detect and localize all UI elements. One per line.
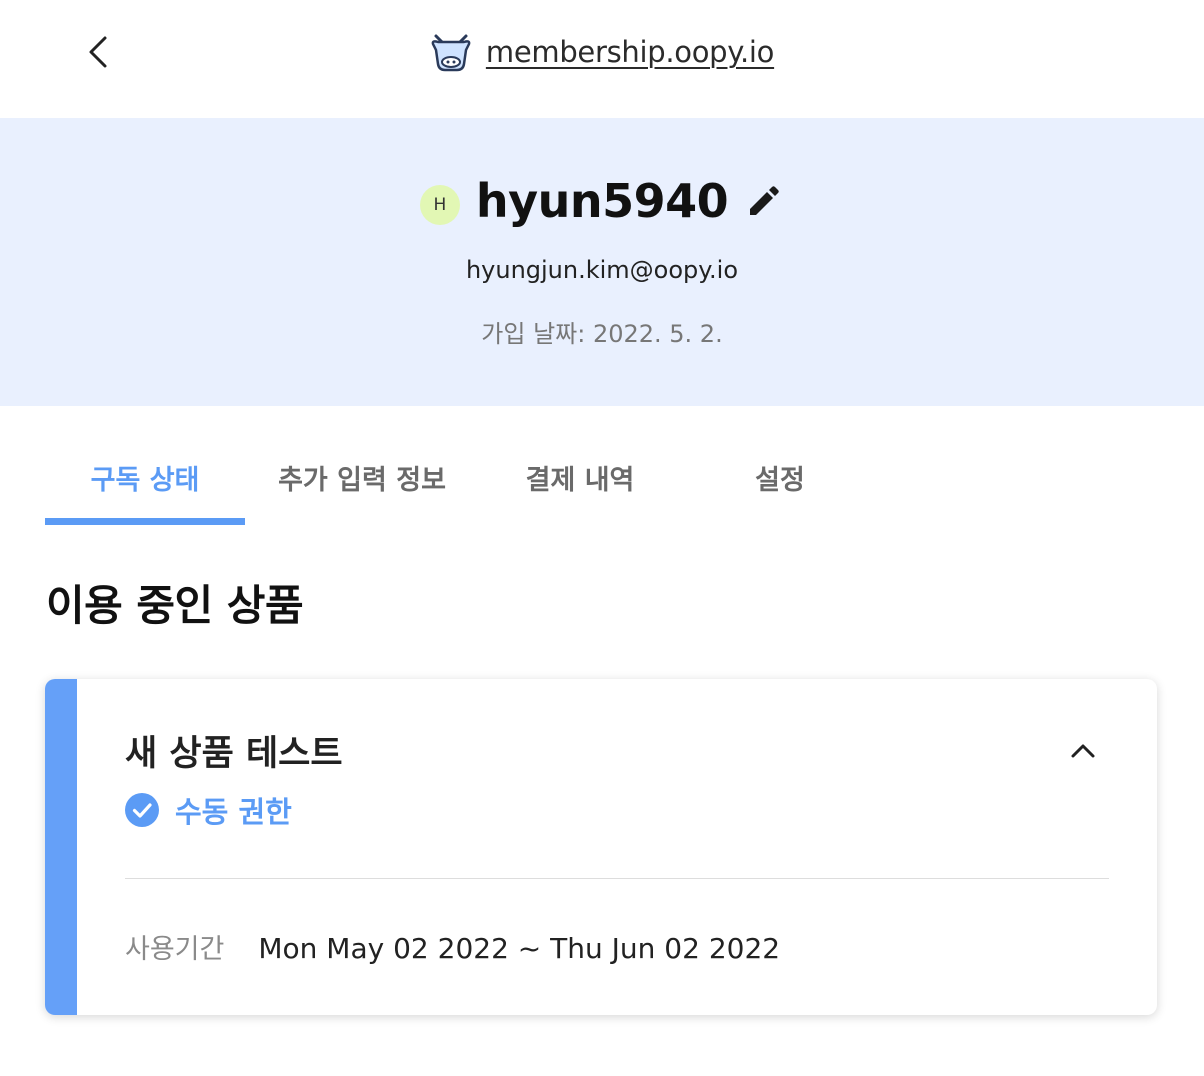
join-date: 가입 날짜: 2022. 5. 2.	[481, 320, 723, 348]
product-card[interactable]: 새 상품 테스트 수동 권한 사용기간 Mon May 02 2022 ~ Th…	[45, 679, 1157, 1015]
pencil-icon[interactable]	[744, 181, 784, 221]
active-tab-indicator	[45, 518, 245, 525]
permission-row: 수동 권한	[125, 789, 292, 831]
profile-name-row: H hyun5940	[419, 174, 784, 228]
site-header: membership.oopy.io	[0, 28, 1204, 76]
permission-label: 수동 권한	[175, 795, 292, 829]
tab-subscription-status[interactable]: 구독 상태	[45, 458, 245, 508]
tab-additional-info[interactable]: 추가 입력 정보	[262, 458, 462, 508]
period-value: Mon May 02 2022 ~ Thu Jun 02 2022	[258, 932, 781, 965]
cow-logo-icon	[431, 34, 471, 72]
site-link[interactable]: membership.oopy.io	[486, 35, 775, 69]
product-name: 새 상품 테스트	[125, 734, 343, 774]
username: hyun5940	[475, 174, 729, 228]
chevron-up-icon[interactable]	[1067, 735, 1099, 767]
tab-settings[interactable]: 설정	[680, 458, 880, 508]
profile-section: H hyun5940 hyungjun.kim@oopy.io 가입 날짜: 2…	[0, 118, 1204, 406]
card-divider	[125, 878, 1109, 879]
top-bar: membership.oopy.io	[0, 0, 1204, 118]
tab-bar: 구독 상태 추가 입력 정보 결제 내역 설정	[0, 406, 1204, 526]
avatar: H	[419, 185, 460, 225]
check-circle-icon	[125, 793, 159, 827]
period-row: 사용기간 Mon May 02 2022 ~ Thu Jun 02 2022	[125, 927, 780, 966]
section-title: 이용 중인 상품	[46, 581, 304, 630]
card-accent-bar	[45, 679, 77, 1015]
profile-email: hyungjun.kim@oopy.io	[465, 256, 739, 284]
period-label: 사용기간	[125, 934, 225, 965]
tab-payment-history[interactable]: 결제 내역	[480, 458, 680, 508]
